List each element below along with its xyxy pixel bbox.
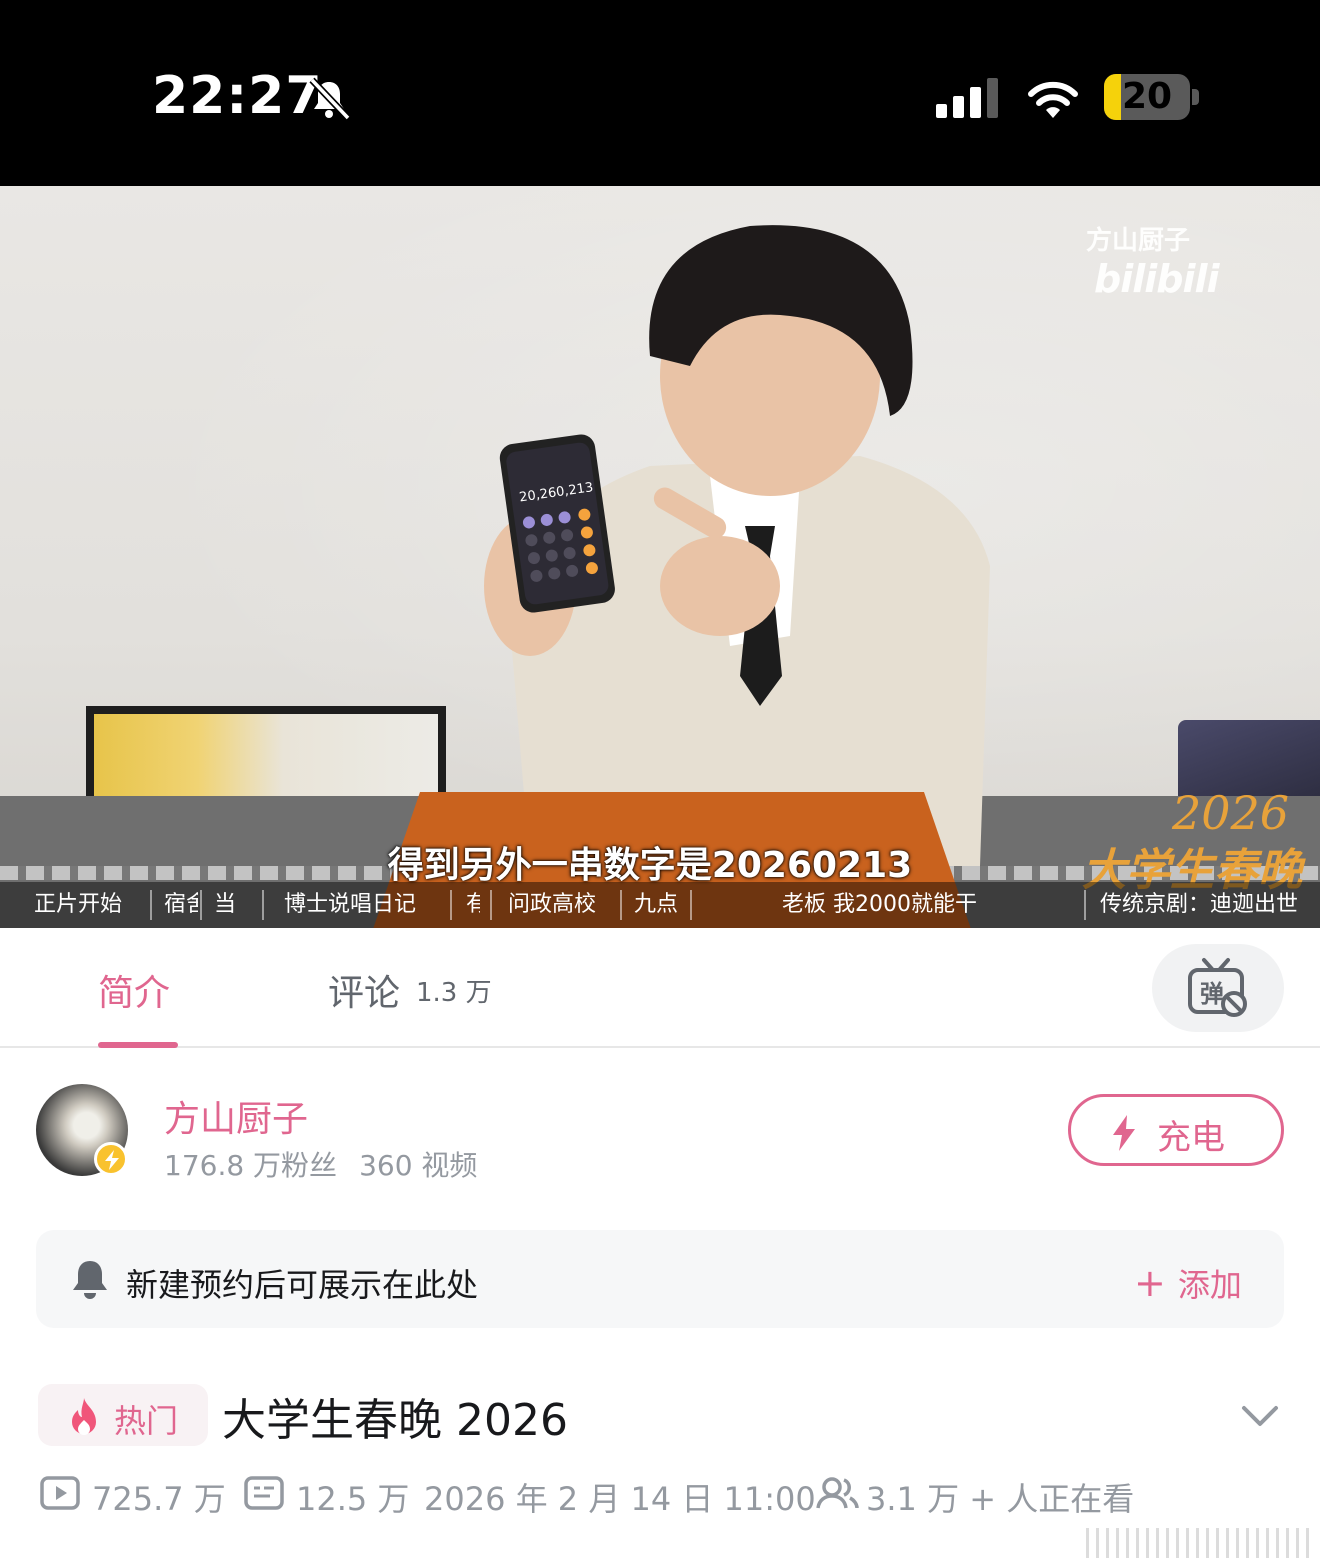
chapter-item[interactable]: 老板 我2000就能干 — [782, 882, 998, 928]
uploader-name[interactable]: 方山厨子 — [164, 1090, 308, 1142]
publish-time: 2026 年 2 月 14 日 11:00 — [424, 1480, 816, 1518]
watermark-channel: 方山厨子 — [1086, 226, 1191, 256]
event-logo-year: 2026 — [1172, 786, 1290, 840]
chapter-item[interactable]: 宿舍 — [164, 882, 198, 928]
event-logo: 2026 大学生春晚 — [1082, 786, 1312, 896]
chapter-item[interactable]: 问政高校 — [508, 882, 608, 928]
chapter-item[interactable]: 当 — [214, 882, 242, 928]
charge-button[interactable]: 充电 — [1068, 1094, 1284, 1166]
chapter-strip[interactable]: 正片开始 宿舍 当 博士说唱日记 有 问政高校 九点 老板 我2000就能干 传… — [0, 882, 1320, 928]
bilibili-logo: bilibili — [1094, 257, 1220, 301]
hot-badge[interactable]: 热门 — [38, 1384, 208, 1446]
watching-count: 3.1 万 + 人正在看 — [866, 1480, 1135, 1518]
video-watermark: 方山厨子bilibili — [1086, 220, 1320, 301]
add-reservation-button[interactable]: + 添加 — [1134, 1260, 1242, 1306]
lightning-icon — [1113, 1115, 1135, 1151]
fans-count: 176.8 万粉丝 — [164, 1149, 338, 1182]
view-count: 725.7 万 — [92, 1480, 226, 1518]
wifi-icon — [1028, 81, 1078, 118]
lightning-badge-icon — [94, 1142, 128, 1176]
danmaku-toggle-button[interactable]: 弹 — [1152, 944, 1284, 1032]
tab-comments[interactable]: 评论 — [328, 964, 400, 1016]
danmaku-off-icon: 弹 — [1188, 958, 1247, 1017]
chapter-item[interactable]: 有 — [466, 882, 480, 928]
uploader-section: 方山厨子 176.8 万粉丝 360 视频 充电 — [0, 1048, 1320, 1228]
cellular-signal-icon — [936, 78, 998, 118]
reservation-hint: 新建预约后可展示在此处 — [126, 1266, 479, 1304]
play-count-icon — [40, 1476, 80, 1510]
danmaku-count-icon — [244, 1476, 284, 1510]
chapter-item[interactable]: 正片开始 — [34, 882, 134, 928]
viewers-icon — [816, 1477, 859, 1509]
reservation-bar: 新建预约后可展示在此处 + 添加 — [36, 1230, 1284, 1328]
chapter-item[interactable]: 传统京剧：迪迦出世 — [1100, 882, 1314, 928]
comments-count: 1.3 万 — [416, 978, 492, 1008]
bell-icon — [73, 1261, 107, 1299]
flame-icon — [72, 1398, 96, 1435]
svg-text:弹: 弹 — [1200, 980, 1224, 1008]
tab-intro[interactable]: 简介 — [98, 964, 170, 1016]
charge-label: 充电 — [1157, 1118, 1225, 1158]
status-time: 22:27 — [152, 66, 323, 126]
plus-icon: + — [1134, 1261, 1166, 1305]
chapter-item[interactable]: 九点 — [634, 882, 678, 928]
bell-slash-icon — [309, 77, 351, 121]
add-label: 添加 — [1177, 1266, 1242, 1304]
battery-icon: 20 — [1104, 74, 1200, 120]
tab-bar: 简介 评论 1.3 万 弹 — [0, 928, 1320, 1048]
battery-level: 20 — [1121, 76, 1173, 117]
presenter-figure: 20,260,213 — [484, 225, 990, 866]
video-count: 360 视频 — [359, 1149, 478, 1182]
chapter-item[interactable]: 博士说唱日记 — [284, 882, 434, 928]
video-player[interactable]: 20,260,213 方山厨子bilibili 得到另外一串数字是2026021… — [0, 186, 1320, 928]
uploader-stats: 176.8 万粉丝 360 视频 — [164, 1144, 477, 1184]
chevron-down-icon[interactable] — [1238, 1396, 1282, 1436]
home-indicator — [1086, 1528, 1316, 1558]
danmaku-count: 12.5 万 — [296, 1480, 410, 1518]
hot-label: 热门 — [114, 1402, 179, 1440]
status-bar: 22:27 20 — [0, 0, 1320, 186]
video-title: 大学生春晚 2026 — [222, 1395, 568, 1446]
